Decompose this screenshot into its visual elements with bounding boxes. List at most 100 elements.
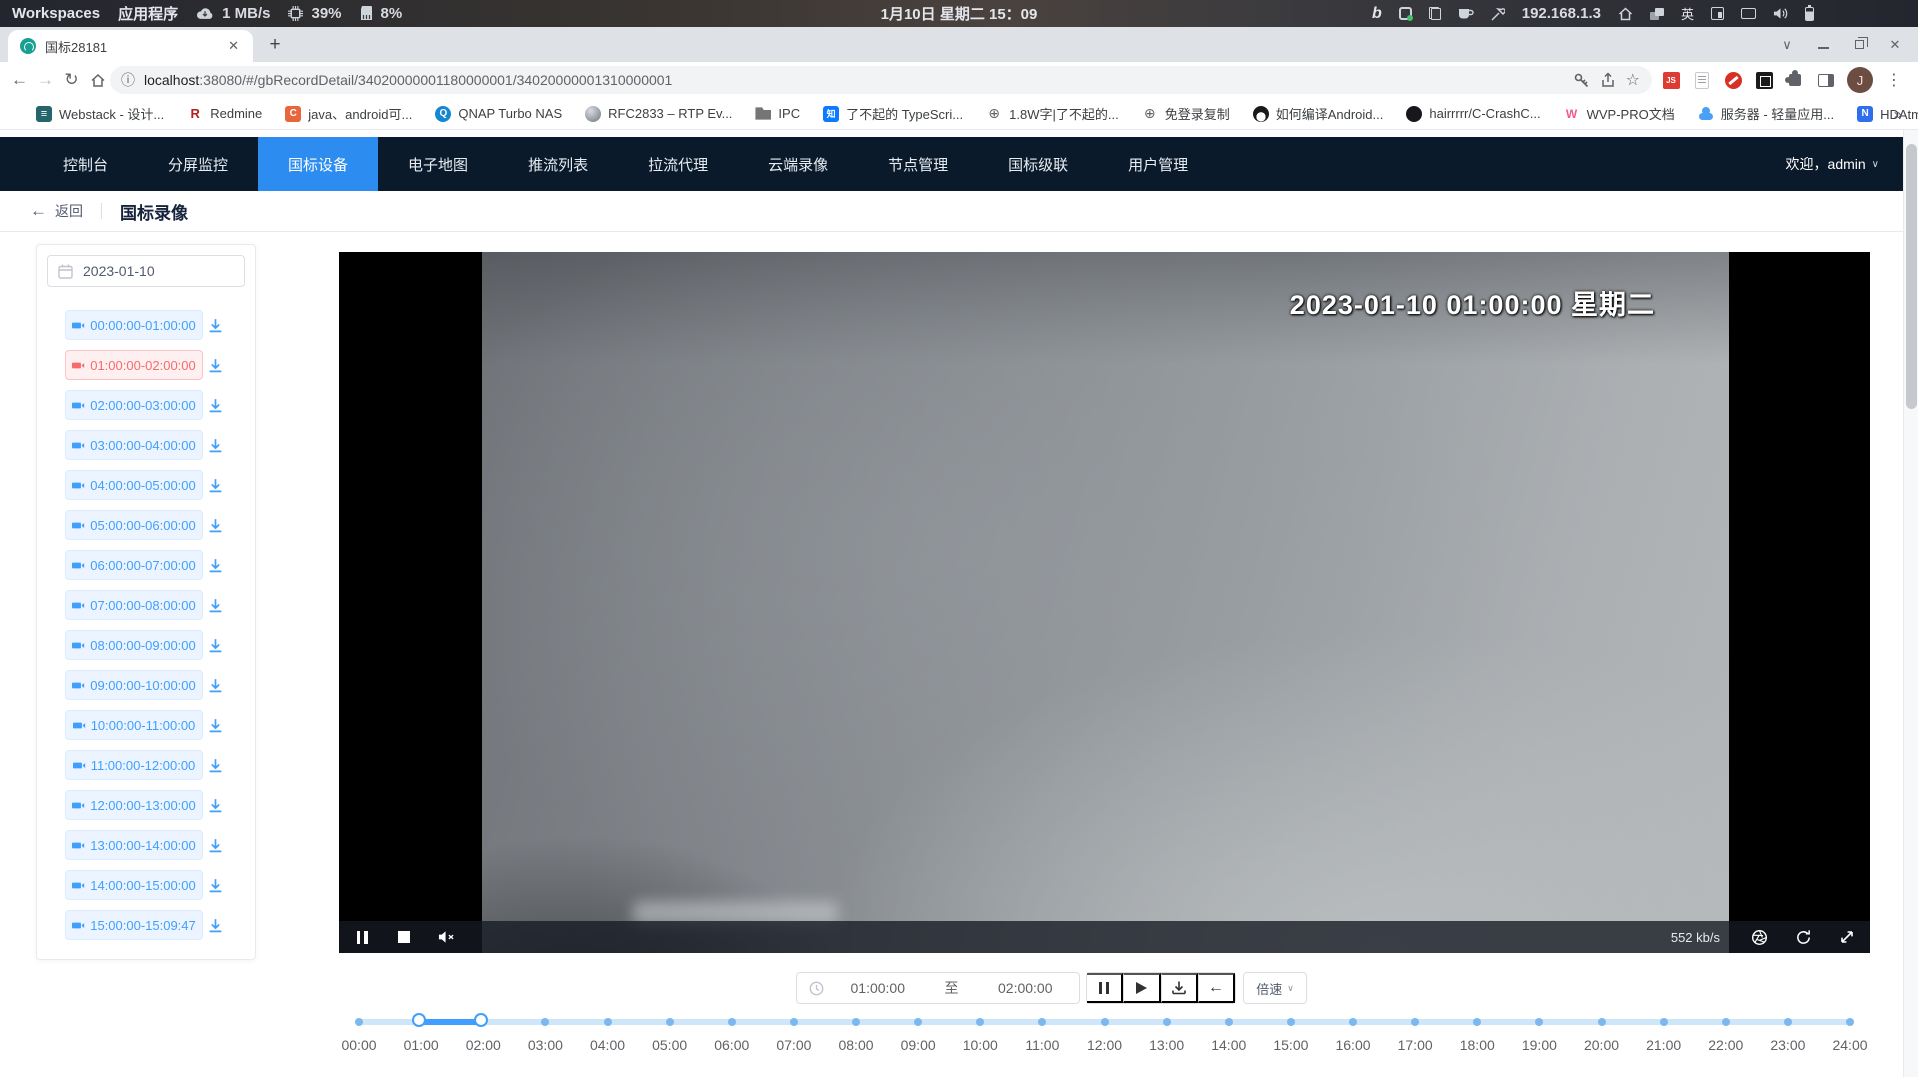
scrollbar-thumb[interactable] — [1906, 144, 1917, 409]
coffee-icon[interactable] — [1458, 7, 1474, 20]
timeline-handle-end[interactable] — [474, 1013, 488, 1027]
nav-item[interactable]: 拉流代理 — [618, 137, 738, 191]
segment-download-button[interactable] — [207, 437, 224, 454]
bookmark-item[interactable]: N HDAtmos :: 种子 *... — [1857, 104, 1918, 123]
segment-button[interactable]: 03:00:00-04:00:00 — [65, 430, 203, 460]
segment-download-button[interactable] — [207, 357, 224, 374]
url-text[interactable]: localhost:38080/#/gbRecordDetail/3402000… — [144, 72, 1565, 88]
segment-download-button[interactable] — [207, 517, 224, 534]
segment-download-button[interactable] — [207, 757, 224, 774]
bookmark-item[interactable]: C java、android可... — [285, 104, 412, 123]
window-restore-button[interactable] — [1848, 37, 1870, 52]
app-b-icon[interactable]: b — [1372, 5, 1382, 23]
video-player[interactable]: 2023-01-10 01:00:00 星期二 552 kb/s — [339, 252, 1870, 953]
nav-item[interactable]: 分屏监控 — [138, 137, 258, 191]
bookmark-item[interactable]: ⊕ 免登录复制 — [1142, 104, 1230, 123]
seek-back-button[interactable]: ← — [1198, 973, 1235, 1003]
player-pause-icon[interactable] — [353, 928, 371, 946]
volume-icon[interactable] — [1773, 7, 1788, 20]
tab-close-icon[interactable]: ✕ — [224, 36, 243, 56]
video-frame[interactable] — [482, 252, 1729, 953]
segment-download-button[interactable] — [207, 677, 224, 694]
bookmark-item[interactable]: 知 了不起的 TypeScri... — [823, 104, 963, 123]
extensions-puzzle-icon[interactable] — [1789, 74, 1801, 86]
color-picker-icon[interactable] — [1491, 7, 1505, 21]
segment-button[interactable]: 13:00:00-14:00:00 — [65, 830, 203, 860]
segment-download-button[interactable] — [207, 477, 224, 494]
player-refresh-icon[interactable] — [1794, 928, 1812, 946]
segment-button[interactable]: 12:00:00-13:00:00 — [65, 790, 203, 820]
capture-extension-icon[interactable] — [1756, 72, 1773, 89]
segment-download-button[interactable] — [207, 597, 224, 614]
bookmark-item[interactable]: 服务器 - 轻量应用... — [1698, 104, 1834, 123]
back-icon[interactable]: ← — [7, 67, 32, 93]
forward-icon[interactable]: → — [33, 67, 58, 93]
input-method-indicator[interactable]: 英 — [1681, 4, 1694, 23]
bookmarks-overflow-icon[interactable]: » — [1894, 98, 1902, 130]
segment-button[interactable]: 02:00:00-03:00:00 — [65, 390, 203, 420]
page-scrollbar[interactable] — [1903, 130, 1918, 1077]
segment-button[interactable]: 15:00:00-15:09:47 — [65, 910, 203, 940]
home-icon[interactable] — [1618, 7, 1633, 21]
nav-item[interactable]: 云端录像 — [738, 137, 858, 191]
back-button[interactable]: 返回 — [55, 201, 83, 221]
password-key-icon[interactable] — [1573, 72, 1590, 89]
applications-menu[interactable]: 应用程序 — [118, 3, 178, 24]
segment-button[interactable]: 14:00:00-15:00:00 — [65, 870, 203, 900]
bookmark-item[interactable]: hairrrrr/C-CrashC... — [1406, 106, 1540, 122]
window-minimize-button[interactable] — [1812, 37, 1834, 52]
workspaces-button[interactable]: Workspaces — [12, 5, 100, 22]
bookmark-item[interactable]: 如何编译Android... — [1253, 104, 1384, 123]
segment-button[interactable]: 04:00:00-05:00:00 — [65, 470, 203, 500]
segment-button[interactable]: 10:00:00-11:00:00 — [65, 710, 203, 740]
player-stop-icon[interactable] — [395, 928, 413, 946]
date-picker-input[interactable]: 2023-01-10 — [47, 255, 245, 287]
play-button[interactable] — [1123, 973, 1160, 1003]
windows-stack-icon[interactable] — [1650, 8, 1664, 20]
segment-download-button[interactable] — [207, 837, 224, 854]
nav-item[interactable]: 推流列表 — [498, 137, 618, 191]
nav-item[interactable]: 节点管理 — [858, 137, 978, 191]
segment-button[interactable]: 00:00:00-01:00:00 — [65, 310, 203, 340]
bookmark-item[interactable]: ≡ Webstack - 设计... — [36, 104, 164, 123]
bookmark-item[interactable]: RFC2833 – RTP Ev... — [585, 106, 732, 122]
welcome-user[interactable]: 欢迎，admin ∨ — [1786, 137, 1879, 191]
segment-download-button[interactable] — [207, 797, 224, 814]
browser-menu-icon[interactable]: ⋮ — [1884, 70, 1904, 90]
segment-button[interactable]: 05:00:00-06:00:00 — [65, 510, 203, 540]
window-close-button[interactable]: ✕ — [1884, 37, 1906, 53]
bookmark-star-icon[interactable]: ☆ — [1626, 70, 1640, 90]
segment-download-button[interactable] — [207, 397, 224, 414]
player-settings-shutter-icon[interactable] — [1750, 928, 1768, 946]
segment-button[interactable]: 11:00:00-12:00:00 — [65, 750, 203, 780]
player-mute-icon[interactable] — [437, 928, 455, 946]
browser-home-icon[interactable] — [85, 67, 110, 93]
blocker-extension-icon[interactable] — [1725, 72, 1742, 89]
js-extension-icon[interactable]: JS — [1663, 72, 1680, 89]
share-icon[interactable] — [1600, 72, 1616, 88]
segment-download-button[interactable] — [207, 317, 224, 334]
reload-icon[interactable]: ↻ — [59, 67, 84, 93]
segment-button[interactable]: 01:00:00-02:00:00 — [65, 350, 203, 380]
clipboard-icon[interactable] — [1429, 7, 1441, 20]
segment-button[interactable]: 06:00:00-07:00:00 — [65, 550, 203, 580]
nav-item[interactable]: 用户管理 — [1098, 137, 1218, 191]
devices-icon[interactable] — [1711, 7, 1724, 20]
segment-download-button[interactable] — [207, 717, 224, 734]
bookmark-item[interactable]: R Redmine — [187, 106, 262, 122]
address-bar[interactable]: ⓘ localhost:38080/#/gbRecordDetail/34020… — [110, 66, 1652, 94]
segment-download-button[interactable] — [207, 877, 224, 894]
bookmark-item[interactable]: ⊕ 1.8W字|了不起的... — [986, 104, 1119, 123]
bookmark-item[interactable]: IPC — [755, 106, 800, 122]
segment-button[interactable]: 07:00:00-08:00:00 — [65, 590, 203, 620]
speed-dropdown[interactable]: 倍速 ∨ — [1243, 972, 1307, 1004]
download-button[interactable] — [1161, 973, 1198, 1003]
time-range-input[interactable]: 01:00:00 至 02:00:00 — [796, 972, 1080, 1004]
nav-item[interactable]: 国标级联 — [978, 137, 1098, 191]
player-fullscreen-icon[interactable] — [1838, 928, 1856, 946]
tab-search-chevron-icon[interactable]: ∨ — [1776, 37, 1798, 53]
timeline-track[interactable] — [359, 1019, 1850, 1025]
monitor-icon[interactable] — [1741, 8, 1756, 19]
site-info-icon[interactable]: ⓘ — [118, 70, 138, 90]
segment-download-button[interactable] — [207, 637, 224, 654]
